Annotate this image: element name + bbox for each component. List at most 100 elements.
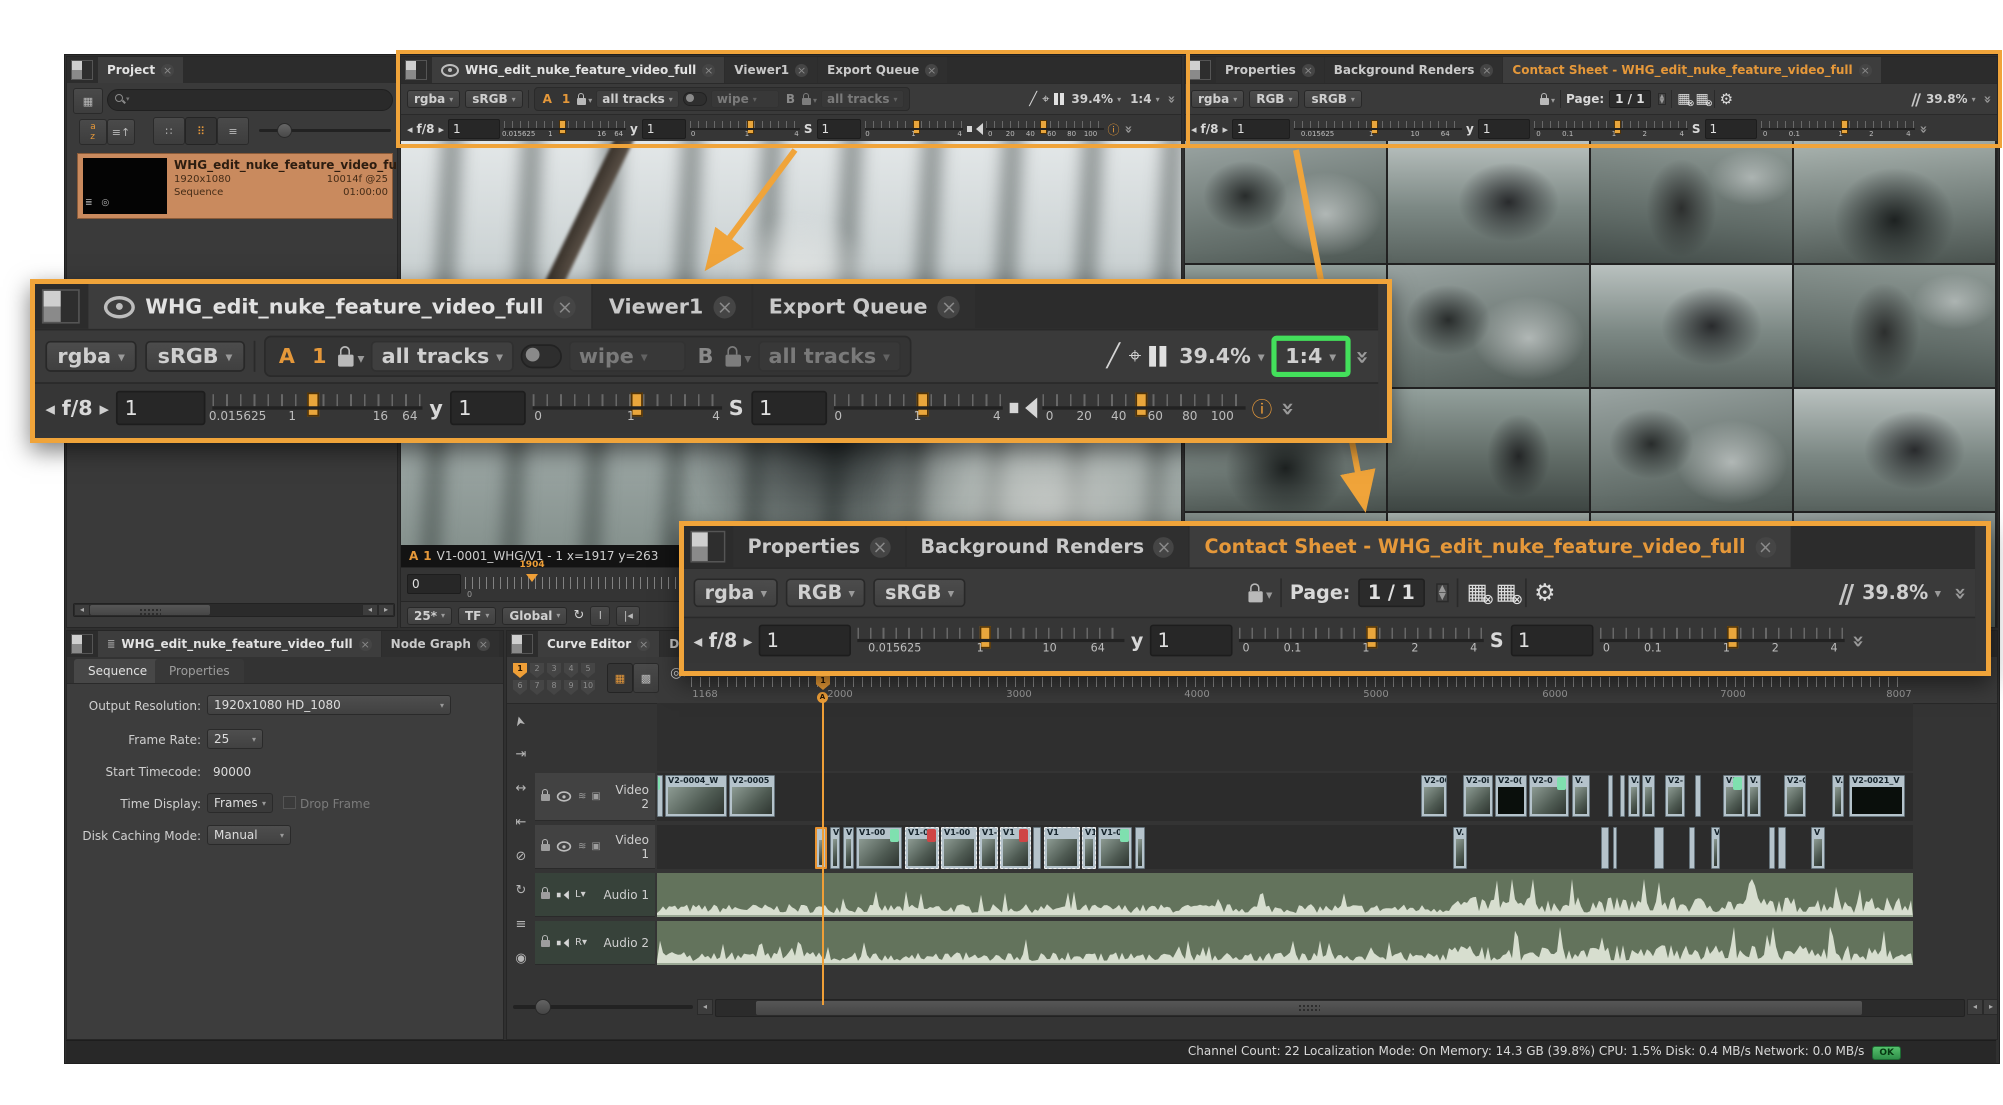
- collapse-chevron-icon[interactable]: »: [1120, 125, 1135, 133]
- settings-gear-icon[interactable]: ⚙: [1534, 578, 1555, 607]
- proxy-dropdown[interactable]: 1:4▾: [1128, 91, 1162, 107]
- gamma-input[interactable]: 1: [642, 119, 686, 139]
- fstop-decrease-icon[interactable]: ◂: [407, 123, 413, 136]
- track-header-video1[interactable]: ≋▣ Video 1: [535, 825, 655, 869]
- timeline-empty-area[interactable]: [657, 703, 1913, 771]
- timeline-clip[interactable]: V.: [1572, 775, 1590, 817]
- panel-menu-icon[interactable]: [42, 289, 80, 323]
- tab-export-queue[interactable]: Export Queue ×: [818, 57, 947, 83]
- disc-cache-icon[interactable]: ◉: [511, 949, 531, 969]
- thumbnail-size-slider[interactable]: [259, 129, 391, 132]
- timeline-clip[interactable]: [1620, 775, 1625, 817]
- fstop-increase-icon[interactable]: ▸: [1222, 123, 1228, 136]
- saturation-input[interactable]: 1: [1705, 119, 1757, 139]
- search-input[interactable]: ▾: [107, 89, 393, 111]
- view-list-button[interactable]: ≡: [217, 117, 249, 145]
- output-resolution-dropdown[interactable]: 1920x1080 HD_1080▾: [207, 695, 451, 715]
- timeline-clip[interactable]: [1608, 775, 1613, 817]
- channels-dropdown[interactable]: rgba▾: [694, 578, 779, 607]
- lock-icon[interactable]: ▾: [802, 93, 817, 105]
- panel-menu-icon[interactable]: [511, 634, 533, 654]
- bin-view-button[interactable]: ▦: [73, 88, 103, 114]
- panel-menu-icon[interactable]: [690, 531, 725, 563]
- contact-sheet-thumbnail[interactable]: [1185, 141, 1386, 263]
- timeline-ruler[interactable]: 11682000300040005000600070008007: [657, 675, 1913, 703]
- fps-dropdown[interactable]: 25*▾: [407, 607, 452, 625]
- saturation-slider[interactable]: 00.1124: [1761, 117, 1915, 141]
- volume-icon[interactable]: [1009, 398, 1035, 419]
- collapse-chevron-icon[interactable]: »: [1273, 401, 1299, 415]
- colorspace-dropdown[interactable]: sRGB▾: [1304, 90, 1361, 108]
- timeline-clip[interactable]: V2-0005: [729, 775, 775, 817]
- b-tracks-dropdown[interactable]: all tracks▾: [758, 341, 900, 372]
- timeline-clip[interactable]: V: [1811, 827, 1825, 869]
- settings-gear-icon[interactable]: ⚙: [1720, 90, 1733, 108]
- tab-viewer1[interactable]: Viewer1 ×: [593, 284, 751, 329]
- a-buffer-button[interactable]: A: [540, 92, 555, 106]
- close-icon[interactable]: ×: [359, 638, 372, 651]
- timeline-clip[interactable]: V1: [1000, 827, 1031, 869]
- track-header-video2[interactable]: ≋▣ Video 2: [535, 773, 655, 821]
- channels-dropdown[interactable]: rgba▾: [1191, 90, 1244, 108]
- timeline-clip[interactable]: V1: [1044, 827, 1080, 869]
- panel-menu-icon[interactable]: [71, 60, 93, 80]
- layer-dropdown[interactable]: RGB▾: [1249, 90, 1299, 108]
- timeline-clip[interactable]: [1778, 827, 1786, 869]
- timeline-clip[interactable]: V.: [1747, 775, 1761, 817]
- fstop-increase-icon[interactable]: ▸: [100, 397, 110, 419]
- range-dropdown[interactable]: Global▾: [502, 607, 567, 625]
- close-icon[interactable]: ×: [1154, 536, 1175, 557]
- timeline-marker-tag[interactable]: 7: [530, 680, 544, 695]
- clear-row-renders-icon[interactable]: ▦⊗: [1677, 91, 1690, 107]
- in-point-button[interactable]: I: [590, 606, 610, 626]
- tab-background-renders[interactable]: Background Renders ×: [1325, 57, 1503, 83]
- b-buffer-button[interactable]: B: [692, 344, 718, 368]
- timeline-clip[interactable]: V2-00: [1421, 775, 1447, 817]
- video2-track[interactable]: V2-0004_WV2-0005V2-00V2-0iV2-0(V2-0V.V.V…: [657, 773, 1913, 821]
- pause-icon[interactable]: [1054, 93, 1064, 105]
- contact-sheet-thumbnail[interactable]: [1591, 265, 1792, 387]
- wipe-dropdown[interactable]: wipe▾: [711, 90, 779, 108]
- lock-icon[interactable]: ▾: [577, 93, 592, 105]
- tab-properties[interactable]: Properties ×: [1216, 57, 1324, 83]
- gain-input[interactable]: 1: [448, 119, 500, 139]
- time-display-dropdown[interactable]: Frames▾: [207, 793, 273, 813]
- subtab-sequence[interactable]: Sequence: [74, 659, 161, 683]
- timeline-clip[interactable]: [1695, 775, 1701, 817]
- timeline-marker-tag[interactable]: 10: [581, 680, 595, 695]
- close-icon[interactable]: ×: [795, 64, 808, 77]
- colorspace-dropdown[interactable]: sRGB▾: [874, 578, 965, 607]
- timeline-clip[interactable]: V.: [1832, 775, 1844, 817]
- gain-input[interactable]: 1: [1232, 119, 1290, 139]
- gain-slider[interactable]: 0.01562511064: [857, 621, 1124, 659]
- contact-sheet-thumbnail[interactable]: [1388, 389, 1589, 511]
- timeline-clip[interactable]: V1-00: [941, 827, 977, 869]
- b-tracks-dropdown[interactable]: all tracks▾: [821, 90, 904, 108]
- contact-sheet-thumbnail[interactable]: [1388, 265, 1589, 387]
- timeline-clip[interactable]: V: [830, 827, 840, 869]
- sort-order-button[interactable]: ≡↑: [107, 119, 135, 145]
- tab-sequence-viewer[interactable]: WHG_edit_nuke_feature_video_full ×: [432, 57, 724, 83]
- timeline-clip[interactable]: V1-0: [905, 827, 939, 869]
- playhead-line[interactable]: [822, 701, 824, 1005]
- timeline-clip[interactable]: [1654, 827, 1664, 869]
- a-tracks-dropdown[interactable]: all tracks▾: [596, 90, 679, 108]
- timeline-clip[interactable]: [1601, 827, 1609, 869]
- tab-viewer1[interactable]: Viewer1 ×: [725, 57, 817, 83]
- gain-input[interactable]: 1: [116, 391, 206, 425]
- zoom-level-dropdown[interactable]: 39.4%▾: [1176, 343, 1268, 371]
- colorspace-dropdown[interactable]: sRGB▾: [465, 90, 522, 108]
- timeline-clip[interactable]: V2-C: [1784, 775, 1806, 817]
- timeline-clip[interactable]: V2: [1723, 775, 1745, 817]
- layer-dropdown[interactable]: RGB▾: [786, 578, 866, 607]
- timeline-clip[interactable]: [1613, 827, 1617, 869]
- zoom-level-dropdown[interactable]: 39.8%▾: [1859, 580, 1944, 605]
- a-buffer-index[interactable]: 1: [307, 344, 332, 368]
- move-tool-icon[interactable]: ⇥: [511, 745, 531, 765]
- project-horizontal-scrollbar[interactable]: ◂ ◂ ▸: [73, 603, 395, 617]
- collapse-chevron-icon[interactable]: »: [1163, 95, 1178, 103]
- roi-icon[interactable]: ⌖: [1042, 92, 1049, 107]
- gamma-slider[interactable]: 00.1124: [1534, 117, 1688, 141]
- timeline-marker-tag[interactable]: 1: [513, 663, 527, 678]
- speaker-icon[interactable]: [557, 938, 568, 947]
